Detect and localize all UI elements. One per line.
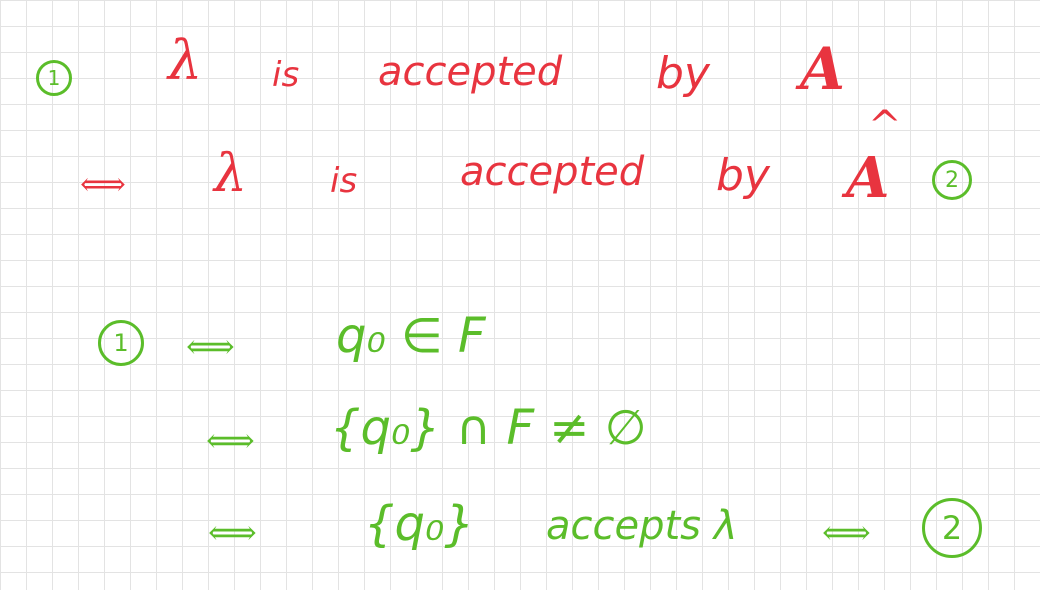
marker-1-circle: 1 [36, 60, 72, 96]
iff-arrow-line2: ⟺ [80, 165, 126, 203]
iff-arrow-proof-4: ⟺ [822, 513, 871, 553]
marker-2-label: 2 [945, 167, 959, 193]
expr-accepts-lambda: accepts λ [546, 503, 738, 549]
iff-arrow-proof-3: ⟺ [208, 513, 257, 553]
expr-singleton-q0: {q₀} [364, 496, 475, 552]
word-is: is [272, 55, 300, 95]
marker-1-label: 1 [47, 66, 61, 90]
automaton-a: A [800, 35, 846, 103]
word-accepted: accepted [378, 49, 563, 95]
lambda-symbol-line2: λ [214, 144, 247, 204]
proof-marker-2-circle: 2 [922, 498, 982, 558]
hat-accent: ^ [868, 103, 902, 149]
expr-intersection-nonempty: {q₀} ∩ F ≠ ∅ [330, 400, 647, 456]
proof-marker-1-label: 1 [113, 329, 129, 357]
marker-2-circle: 2 [932, 160, 972, 200]
iff-arrow-proof-1: ⟺ [186, 327, 235, 367]
expr-q0-in-f: q₀ ∈ F [336, 308, 486, 364]
proof-marker-1-circle: 1 [98, 320, 144, 366]
automaton-a-hat: A [846, 145, 890, 211]
iff-arrow-proof-2: ⟺ [206, 421, 255, 461]
proof-marker-2-label: 2 [941, 509, 963, 547]
word-is-line2: is [330, 161, 358, 201]
word-accepted-line2: accepted [460, 149, 645, 195]
word-by-line2: by [716, 150, 770, 201]
lambda-symbol: λ [168, 29, 203, 92]
word-by: by [656, 48, 710, 99]
